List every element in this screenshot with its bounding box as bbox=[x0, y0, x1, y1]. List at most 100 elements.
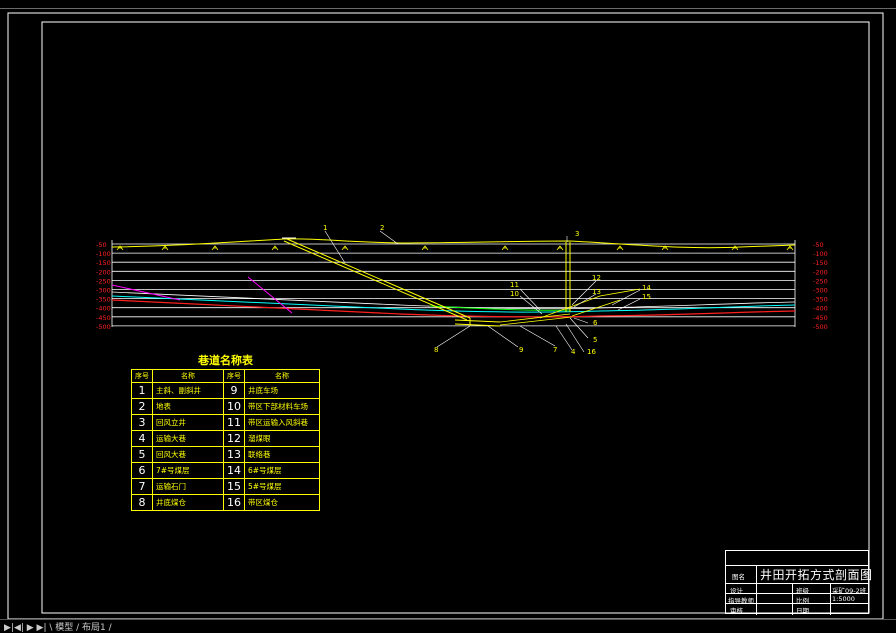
legend-number: 6 bbox=[131, 462, 153, 479]
legend-number: 3 bbox=[131, 414, 153, 431]
legend-header: 名称 bbox=[244, 369, 320, 383]
legend-name: 5#号煤层 bbox=[244, 478, 320, 495]
ground-mark bbox=[271, 245, 279, 251]
callout-label: 10 bbox=[510, 290, 519, 298]
right-elevation-scale: -50-100-150-200-250 -300-350-400-450-500 bbox=[813, 241, 828, 331]
legend-header-row: 序号 名称 序号 名称 bbox=[131, 369, 320, 383]
left-scale-label: -200 bbox=[96, 268, 111, 276]
legend-row: 5 回风大巷 13 联络巷 bbox=[131, 446, 320, 463]
legend-number: 16 bbox=[223, 494, 245, 511]
legend-number: 13 bbox=[223, 446, 245, 463]
legend-name: 地表 bbox=[152, 398, 224, 415]
legend-name: 运输石门 bbox=[152, 478, 224, 495]
legend-name: 联络巷 bbox=[244, 446, 320, 463]
right-scale-label: -300 bbox=[813, 287, 828, 295]
legend-number: 5 bbox=[131, 446, 153, 463]
ground-mark bbox=[786, 245, 794, 251]
legend-row: 8 井底煤仓 16 带区煤仓 bbox=[131, 494, 320, 511]
tb-teacher-label: 指导教师 bbox=[728, 597, 754, 605]
ground-mark bbox=[341, 245, 349, 251]
legend-row: 3 回风立井 11 带区运输入风斜巷 bbox=[131, 414, 320, 431]
shaft-bottom-yard bbox=[454, 318, 501, 327]
left-scale-label: -150 bbox=[96, 259, 111, 267]
legend-number: 4 bbox=[131, 430, 153, 447]
ground-mark bbox=[731, 245, 739, 251]
callout-label: 1 bbox=[323, 224, 327, 232]
ground-mark bbox=[161, 245, 169, 251]
ground-mark bbox=[616, 245, 624, 251]
callout-label: 2 bbox=[380, 224, 384, 232]
tb-design-label: 设计 bbox=[730, 587, 743, 595]
legend-number: 8 bbox=[131, 494, 153, 511]
callout-label: 8 bbox=[434, 346, 438, 354]
legend-number: 9 bbox=[223, 382, 245, 399]
callout-label: 11 bbox=[510, 281, 519, 289]
right-scale-label: -150 bbox=[813, 259, 828, 267]
drawing-title: 井田开拓方式剖面图 bbox=[760, 568, 873, 582]
legend-name: 带区煤仓 bbox=[244, 494, 320, 511]
legend-number: 2 bbox=[131, 398, 153, 415]
ground-mark bbox=[501, 245, 509, 251]
legend-number: 12 bbox=[223, 430, 245, 447]
legend-number: 14 bbox=[223, 462, 245, 479]
legend-title: 巷道名称表 bbox=[198, 354, 253, 367]
callout-label: 12 bbox=[592, 274, 601, 282]
cad-drawing-canvas[interactable]: -50-100-150-200-250-300-350-400-450-500 … bbox=[0, 0, 896, 629]
callout-label: 9 bbox=[519, 346, 523, 354]
ground-mark bbox=[211, 245, 219, 251]
tb-scale-label: 比例 bbox=[796, 597, 809, 605]
tb-label-name: 图名 bbox=[732, 573, 745, 581]
right-scale-label: -450 bbox=[813, 314, 828, 322]
transport-roadway bbox=[499, 313, 573, 326]
legend-header: 序号 bbox=[131, 369, 153, 383]
callout-label: 5 bbox=[593, 336, 597, 344]
legend-name: 7#号煤层 bbox=[152, 462, 224, 479]
tb-review-label: 审核 bbox=[730, 607, 743, 615]
callout-label: 16 bbox=[587, 348, 596, 356]
legend-number: 10 bbox=[223, 398, 245, 415]
left-scale-label: -100 bbox=[96, 250, 111, 258]
tb-class-value: 采矿09-2班 bbox=[832, 587, 867, 595]
legend-name: 溜煤眼 bbox=[244, 430, 320, 447]
ground-mark bbox=[556, 245, 564, 251]
legend-name: 带区下部材料车场 bbox=[244, 398, 320, 415]
legend-number: 1 bbox=[131, 382, 153, 399]
callout-label: 3 bbox=[575, 230, 579, 238]
right-scale-label: -100 bbox=[813, 250, 828, 258]
callout-label: 15 bbox=[642, 293, 651, 301]
legend-name: 主斜、副斜井 bbox=[152, 382, 224, 399]
callout-label: 14 bbox=[642, 284, 651, 292]
legend-number: 7 bbox=[131, 478, 153, 495]
right-scale-label: -250 bbox=[813, 277, 828, 285]
right-scale-label: -50 bbox=[813, 241, 824, 249]
right-scale-label: -350 bbox=[813, 296, 828, 304]
legend-name: 带区运输入风斜巷 bbox=[244, 414, 320, 431]
left-scale-label: -50 bbox=[96, 241, 107, 249]
roadway-legend-table: 序号 名称 序号 名称 1 主斜、副斜井 9 井底车场 2 地表 10 带区下部材料车场 3 回风… bbox=[131, 369, 320, 511]
left-elevation-scale: -50-100-150-200-250 -300-350-400-450-500 bbox=[96, 241, 111, 331]
legend-number: 11 bbox=[223, 414, 245, 431]
legend-row: 2 地表 10 带区下部材料车场 bbox=[131, 398, 320, 415]
legend-name: 井底煤仓 bbox=[152, 494, 224, 511]
legend-row: 6 7#号煤层 14 6#号煤层 bbox=[131, 462, 320, 479]
legend-row: 1 主斜、副斜井 9 井底车场 bbox=[131, 382, 320, 399]
callout-label: 7 bbox=[553, 346, 557, 354]
legend-header: 名称 bbox=[152, 369, 224, 383]
right-scale-label: -500 bbox=[813, 323, 828, 331]
inner-frame bbox=[41, 21, 870, 614]
tb-date-label: 日期 bbox=[796, 607, 809, 615]
legend-header: 序号 bbox=[223, 369, 245, 383]
legend-number: 15 bbox=[223, 478, 245, 495]
left-scale-label: -350 bbox=[96, 296, 111, 304]
tab-strip-text[interactable]: ▶|◀| ▶ ▶| \ 模型 / 布局1 / bbox=[4, 623, 112, 633]
legend-name: 井底车场 bbox=[244, 382, 320, 399]
right-scale-label: -200 bbox=[813, 268, 828, 276]
ventilation-shaft bbox=[565, 242, 571, 312]
legend-name: 6#号煤层 bbox=[244, 462, 320, 479]
legend-name: 运输大巷 bbox=[152, 430, 224, 447]
callout-label: 4 bbox=[571, 348, 576, 356]
left-scale-label: -400 bbox=[96, 305, 111, 313]
layout-tabs[interactable]: ▶|◀| ▶ ▶| \ 模型 / 布局1 / bbox=[0, 619, 896, 633]
legend-name: 回风大巷 bbox=[152, 446, 224, 463]
ground-mark bbox=[421, 245, 429, 251]
